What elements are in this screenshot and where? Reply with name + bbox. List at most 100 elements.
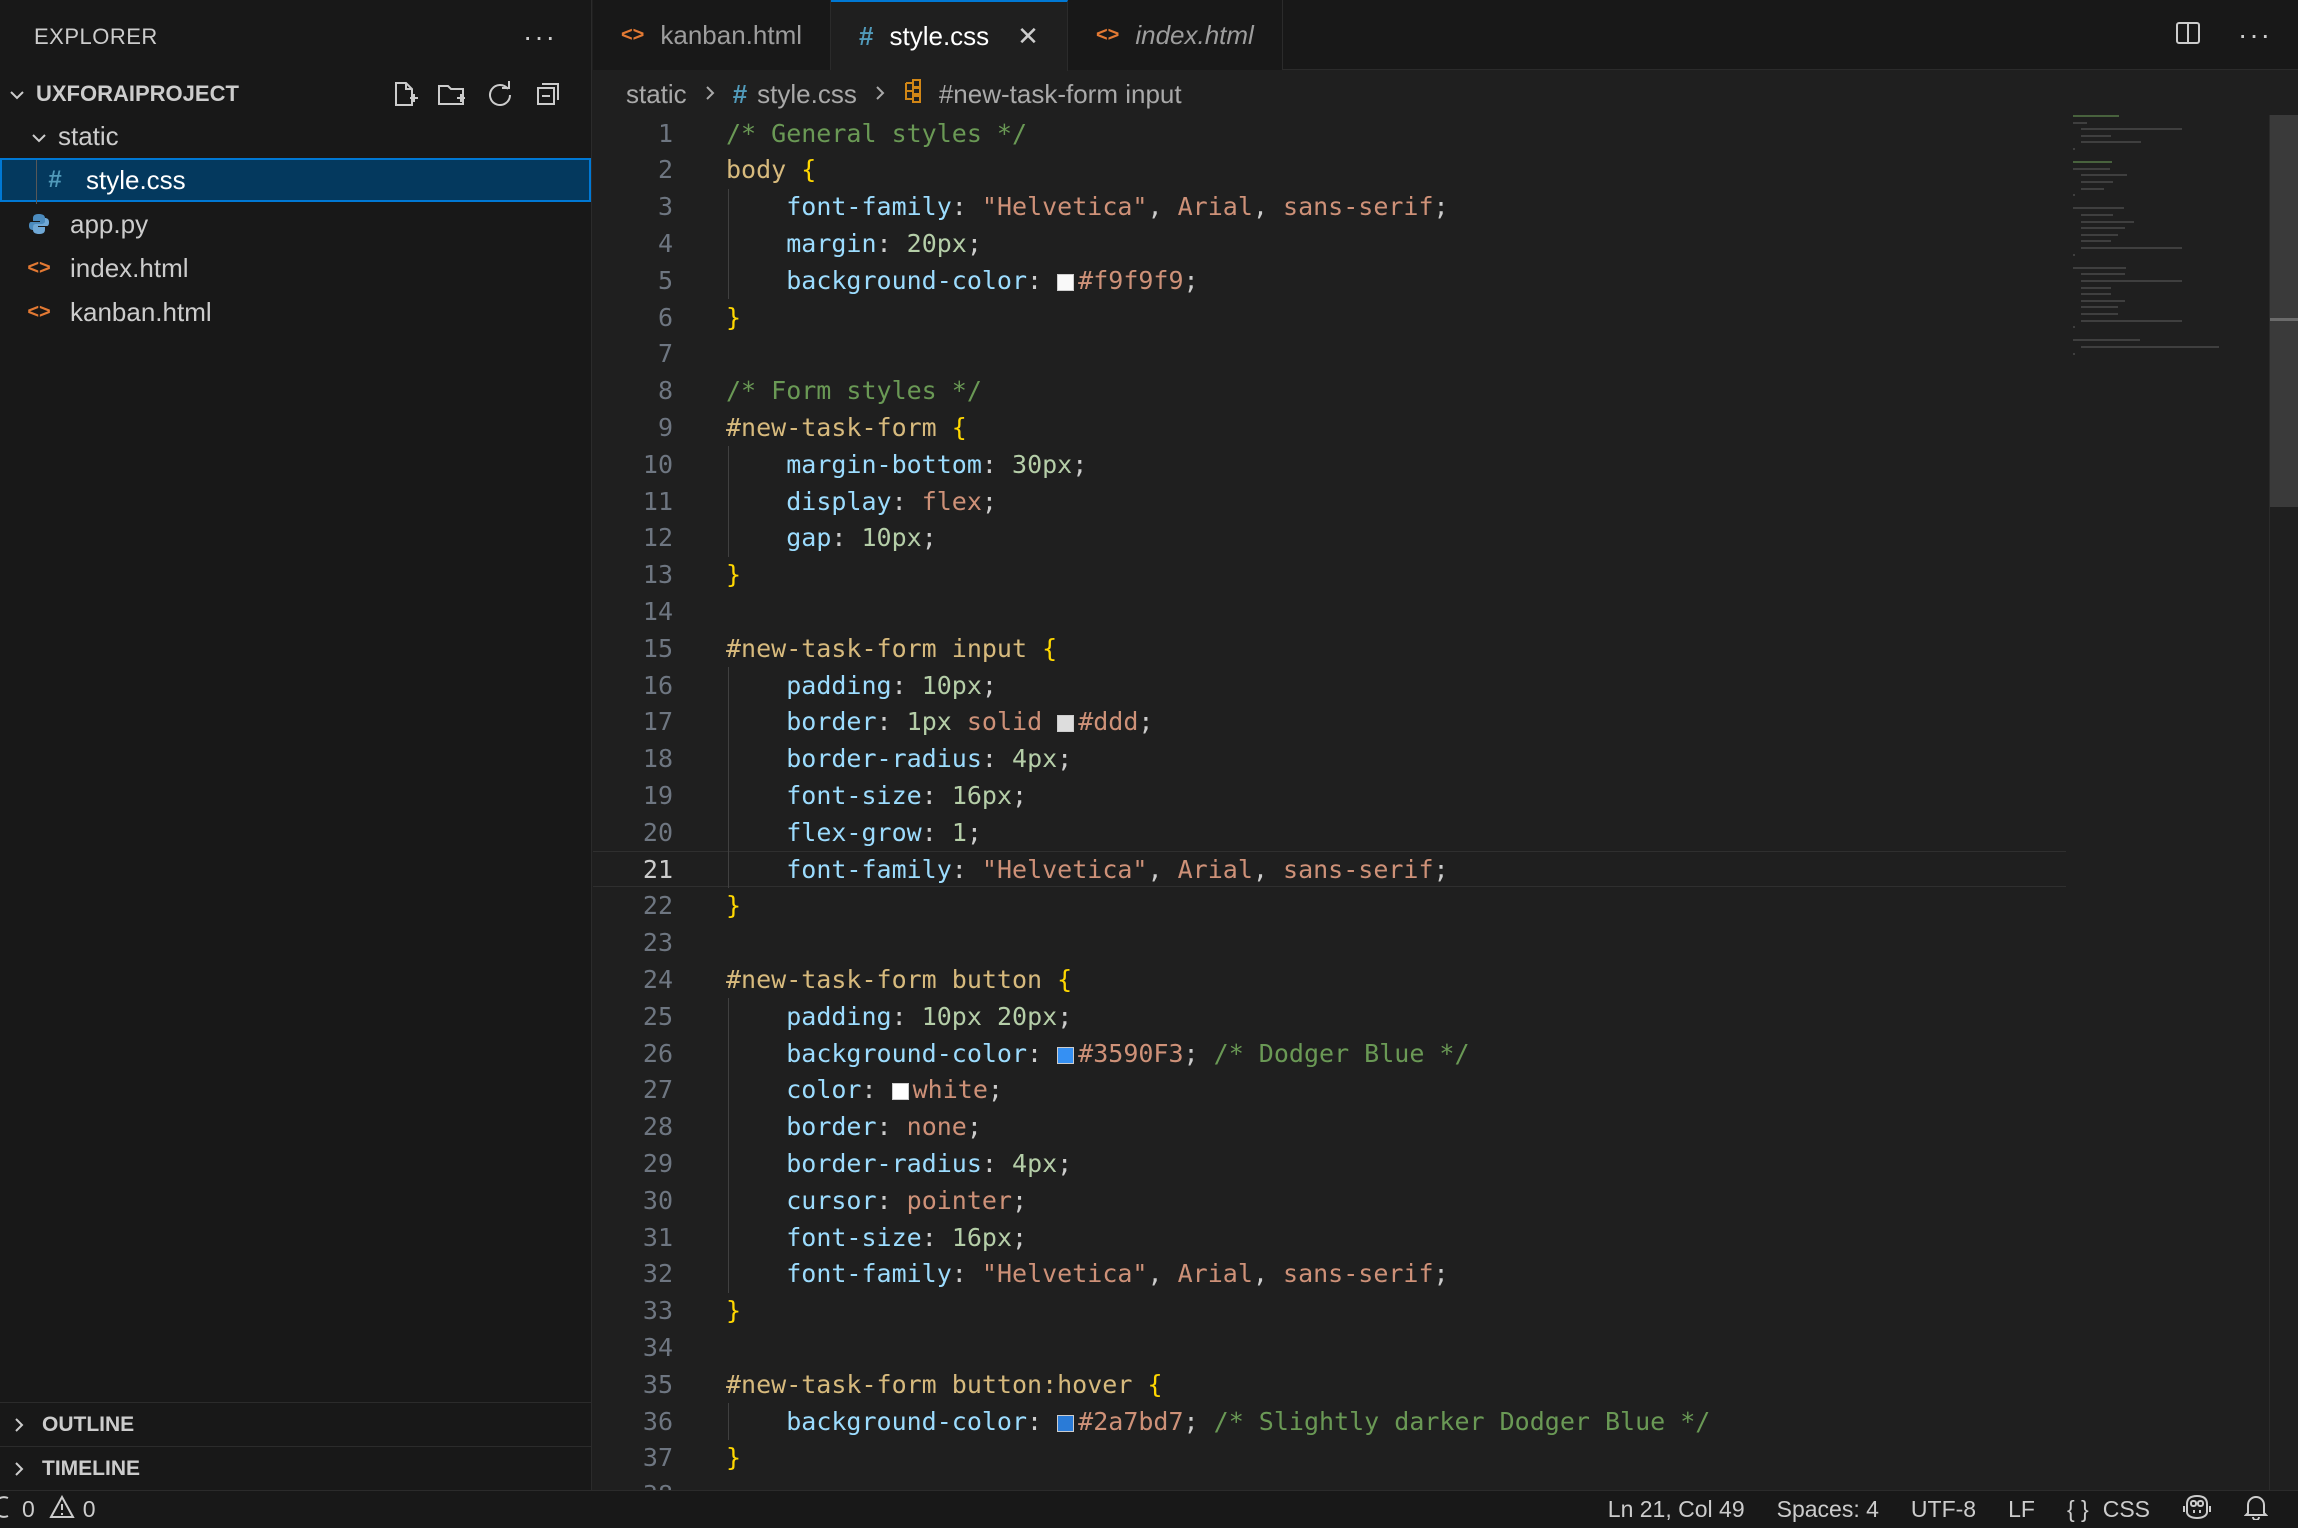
- more-actions-icon[interactable]: ···: [2238, 19, 2272, 51]
- code-line[interactable]: 4 margin: 20px;: [593, 225, 2066, 261]
- color-swatch[interactable]: [891, 1083, 909, 1101]
- code-line[interactable]: 26 background-color: #3590F3; /* Dodger …: [593, 1035, 2066, 1071]
- color-swatch[interactable]: [1057, 273, 1075, 291]
- indent-guide: [728, 188, 729, 299]
- file-label: app.py: [70, 208, 149, 239]
- css-hash-icon: #: [859, 21, 874, 51]
- scrollbar-thumb[interactable]: [2270, 115, 2298, 507]
- color-swatch[interactable]: [1057, 715, 1075, 733]
- more-actions-icon[interactable]: ···: [523, 21, 557, 53]
- indentation[interactable]: Spaces: 4: [1777, 1496, 1879, 1523]
- code-line[interactable]: 1 /* General styles */: [593, 115, 2066, 151]
- code-line[interactable]: 5 background-color: #f9f9f9;: [593, 262, 2066, 298]
- code-text: }: [726, 1443, 742, 1473]
- line-number: 1: [657, 118, 673, 148]
- code-line[interactable]: 22}: [593, 888, 2066, 924]
- code-line[interactable]: 19 font-size: 16px;: [593, 777, 2066, 813]
- language-mode[interactable]: { } CSS: [2067, 1496, 2150, 1523]
- line-number: 15: [642, 633, 673, 663]
- close-icon[interactable]: ✕: [1017, 21, 1039, 52]
- scrollbar-cursor-marker: [2270, 318, 2298, 321]
- color-swatch[interactable]: [1057, 1414, 1075, 1432]
- code-line[interactable]: 34: [593, 1329, 2066, 1365]
- encoding[interactable]: UTF-8: [1911, 1496, 1976, 1523]
- timeline-panel-header[interactable]: TIMELINE: [0, 1446, 592, 1490]
- code-line[interactable]: 21 font-family: "Helvetica", Arial, sans…: [593, 851, 2066, 887]
- error-count: 0: [22, 1496, 35, 1522]
- code-line[interactable]: 7: [593, 336, 2066, 372]
- minimap-line: [2081, 293, 2111, 296]
- code-line[interactable]: 10 margin-bottom: 30px;: [593, 446, 2066, 482]
- copilot-icon[interactable]: [2182, 1494, 2212, 1526]
- problems-indicator[interactable]: 0 0: [0, 1494, 96, 1525]
- code-line[interactable]: 9 #new-task-form {: [593, 409, 2066, 445]
- project-folder-header[interactable]: UXFORAIPROJECT: [0, 74, 591, 114]
- line-number: 2: [657, 155, 673, 185]
- code-line[interactable]: 33}: [593, 1293, 2066, 1329]
- code-line[interactable]: 29 border-radius: 4px;: [593, 1145, 2066, 1181]
- chevron-down-icon[interactable]: [6, 81, 28, 107]
- css-hash-icon: #: [732, 78, 748, 109]
- file-app-py[interactable]: app.py: [0, 202, 591, 246]
- code-line[interactable]: 24 #new-task-form button {: [593, 961, 2066, 997]
- code-line[interactable]: 17 border: 1px solid #ddd;: [593, 704, 2066, 740]
- end-of-line[interactable]: LF: [2008, 1496, 2035, 1523]
- code-line[interactable]: 12 gap: 10px;: [593, 520, 2066, 556]
- code-line[interactable]: 16 padding: 10px;: [593, 667, 2066, 703]
- minimap[interactable]: [2073, 115, 2269, 515]
- code-line[interactable]: 6}: [593, 299, 2066, 335]
- folder-static[interactable]: static: [0, 114, 591, 158]
- minimap-line: [2081, 128, 2183, 131]
- code-line[interactable]: 23: [593, 925, 2066, 961]
- minimap-line: [2081, 240, 2111, 243]
- notifications-bell-icon[interactable]: [2243, 1494, 2269, 1526]
- code-text: margin-bottom: 30px;: [786, 449, 1088, 479]
- code-line[interactable]: 18 border-radius: 4px;: [593, 741, 2066, 777]
- file-kanban-html[interactable]: <> kanban.html: [0, 290, 591, 334]
- code-line[interactable]: 2 body {: [593, 152, 2066, 188]
- cursor-position[interactable]: Ln 21, Col 49: [1608, 1496, 1745, 1523]
- code-line[interactable]: 3 font-family: "Helvetica", Arial, sans-…: [593, 189, 2066, 225]
- code-text: body {: [726, 155, 817, 185]
- code-line[interactable]: 31 font-size: 16px;: [593, 1219, 2066, 1255]
- code-line[interactable]: 37}: [593, 1440, 2066, 1476]
- outline-panel-header[interactable]: OUTLINE: [0, 1402, 592, 1446]
- line-number: 19: [642, 780, 673, 810]
- code-line[interactable]: 20 flex-grow: 1;: [593, 814, 2066, 850]
- file-index-html[interactable]: <> index.html: [0, 246, 591, 290]
- breadcrumb-file[interactable]: style.css: [757, 79, 857, 110]
- code-line[interactable]: 30 cursor: pointer;: [593, 1182, 2066, 1218]
- split-editor-icon[interactable]: [2174, 19, 2202, 52]
- code-line[interactable]: 27 color: white;: [593, 1072, 2066, 1108]
- code-line[interactable]: 32 font-family: "Helvetica", Arial, sans…: [593, 1256, 2066, 1292]
- new-file-icon[interactable]: [389, 79, 419, 109]
- explorer-sidebar: EXPLORER ··· UXFORAIPROJECT static # sty…: [0, 0, 592, 1490]
- tab-kanban-html[interactable]: <> kanban.html: [593, 0, 832, 70]
- color-swatch[interactable]: [1057, 1046, 1075, 1064]
- minimap-line: [2081, 286, 2111, 289]
- code-editor[interactable]: 1 /* General styles */ 2 body { 3 font-famil…: [593, 115, 2228, 1509]
- tab-style-css[interactable]: # style.css ✕: [831, 0, 1068, 71]
- tab-index-html[interactable]: <> index.html: [1067, 0, 1283, 70]
- code-line[interactable]: 15 #new-task-form input {: [593, 630, 2066, 666]
- collapse-all-icon[interactable]: [533, 79, 563, 109]
- code-line[interactable]: 11 display: flex;: [593, 483, 2066, 519]
- refresh-icon[interactable]: [485, 79, 515, 109]
- code-line[interactable]: 14: [593, 593, 2066, 629]
- file-style-css[interactable]: # style.css: [0, 158, 591, 202]
- code-line[interactable]: 35 #new-task-form button:hover {: [593, 1366, 2066, 1402]
- line-number: 23: [642, 928, 673, 958]
- code-line[interactable]: 8 /* Form styles */: [593, 373, 2066, 409]
- code-line[interactable]: 25 padding: 10px 20px;: [593, 998, 2066, 1034]
- code-text: #new-task-form button {: [726, 964, 1073, 994]
- code-line[interactable]: 36 background-color: #2a7bd7; /* Slightl…: [593, 1403, 2066, 1439]
- code-text: border-radius: 4px;: [786, 1148, 1073, 1178]
- breadcrumb-folder[interactable]: static: [626, 79, 687, 110]
- code-line[interactable]: 28 border: none;: [593, 1109, 2066, 1145]
- code-text: background-color: #3590F3; /* Dodger Blu…: [786, 1038, 1470, 1068]
- line-number: 14: [642, 596, 673, 626]
- code-line[interactable]: 13}: [593, 557, 2066, 593]
- new-folder-icon[interactable]: [437, 79, 467, 109]
- breadcrumb-symbol[interactable]: #new-task-form input: [939, 79, 1182, 110]
- line-number: 29: [642, 1148, 673, 1178]
